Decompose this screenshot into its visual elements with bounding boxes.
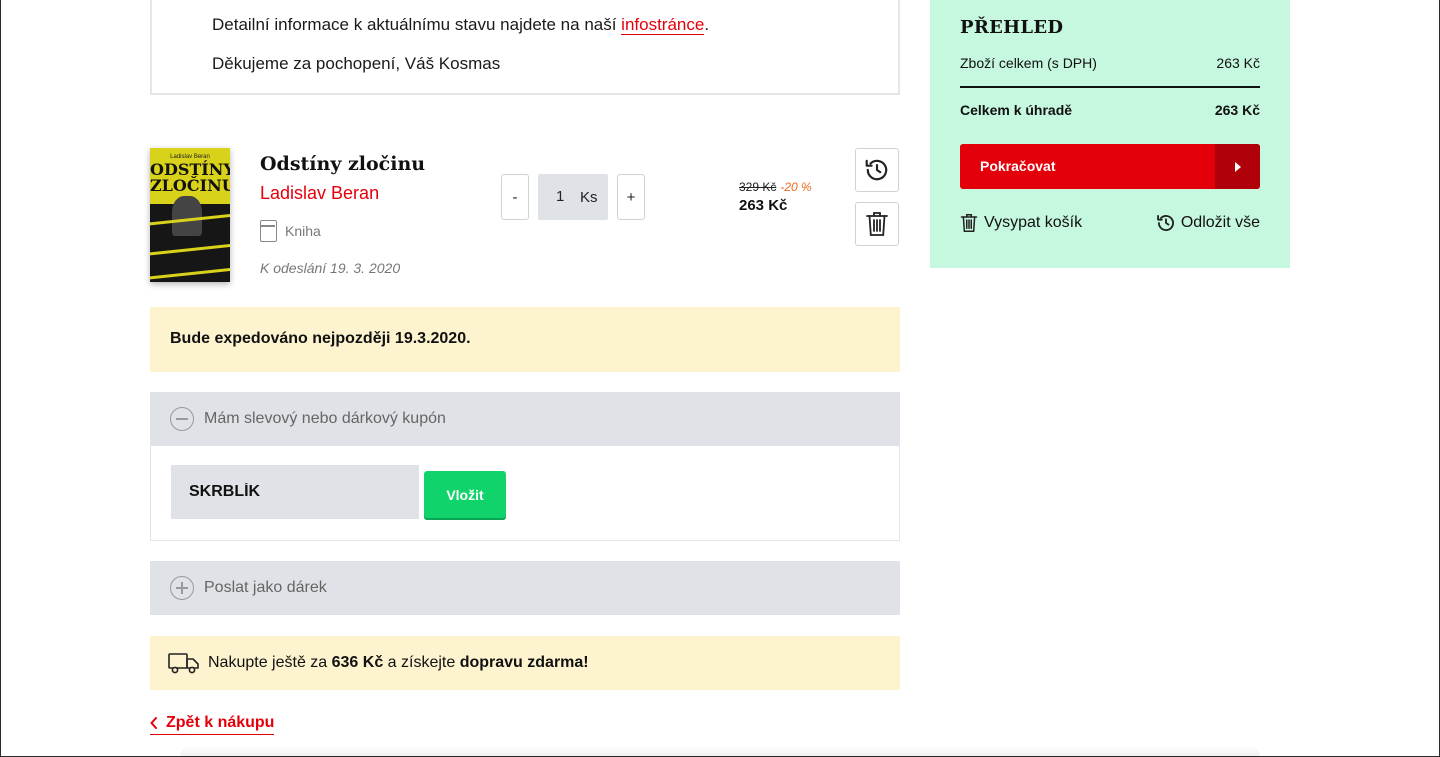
trash-icon bbox=[960, 214, 978, 232]
back-to-shop-label: Zpět k nákupu bbox=[166, 714, 275, 731]
empty-cart-button[interactable]: Vysypat košík bbox=[960, 213, 1082, 233]
defer-all-label: Odložit vše bbox=[1180, 214, 1260, 231]
item-title-link[interactable]: Odstíny zločinu bbox=[260, 153, 425, 175]
history-icon bbox=[865, 159, 888, 181]
remove-item-button[interactable] bbox=[855, 202, 899, 246]
free-shipping-middle: a získejte bbox=[383, 654, 460, 671]
defer-item-button[interactable] bbox=[855, 148, 899, 192]
gift-toggle-label: Poslat jako dárek bbox=[204, 579, 327, 596]
minus-circle-icon bbox=[170, 407, 194, 431]
book-icon bbox=[260, 220, 277, 242]
summary-total-value: 263 Kč bbox=[1214, 102, 1260, 118]
free-shipping-banner: Nakupte ještě za 636 Kč a získejte dopra… bbox=[150, 636, 900, 690]
free-shipping-bold: dopravu zdarma! bbox=[459, 654, 589, 671]
price-old-value: 329 Kč bbox=[739, 180, 777, 194]
quantity-decrease-button[interactable]: - bbox=[501, 174, 529, 220]
coupon-input[interactable] bbox=[171, 465, 419, 519]
free-shipping-text: Nakupte ještě za 636 Kč a získejte dopra… bbox=[208, 654, 589, 672]
item-type-label: Kniha bbox=[285, 223, 321, 239]
coupon-panel: Vložit bbox=[150, 446, 900, 541]
summary-actions: Vysypat košík Odložit vše bbox=[960, 213, 1260, 237]
defer-all-button[interactable]: Odložit vše bbox=[1156, 213, 1260, 233]
order-summary-panel: PŘEHLED Zboží celkem (s DPH) 263 Kč Celk… bbox=[930, 0, 1290, 268]
footer-shadow bbox=[180, 745, 1260, 757]
summary-total-label: Celkem k úhradě bbox=[960, 102, 1073, 118]
gift-toggle[interactable]: Poslat jako dárek bbox=[150, 561, 900, 615]
history-icon bbox=[1157, 215, 1174, 232]
item-type: Kniha bbox=[260, 220, 321, 242]
notice-line-thanks: Děkujeme za pochopení, Váš Kosmas bbox=[212, 54, 501, 73]
summary-goods-label: Zboží celkem (s DPH) bbox=[960, 55, 1097, 71]
free-shipping-amount: 636 Kč bbox=[331, 654, 384, 671]
notice-box: Detailní informace k aktuálnímu stavu na… bbox=[150, 0, 900, 95]
price-original: 329 Kč -20 % bbox=[739, 180, 812, 194]
quantity-value: 1 bbox=[556, 188, 565, 205]
cover-title-line-2: ZLOČINU bbox=[150, 176, 230, 195]
expedite-text: Bude expedováno nejpozději 19.3.2020. bbox=[170, 330, 471, 347]
continue-button[interactable]: Pokračovat bbox=[960, 144, 1260, 189]
caret-right-icon bbox=[1215, 144, 1260, 189]
expedite-banner: Bude expedováno nejpozději 19.3.2020. bbox=[150, 307, 900, 372]
coupon-toggle[interactable]: Mám slevový nebo dárkový kupón bbox=[150, 392, 900, 446]
summary-goods-value: 263 Kč bbox=[1216, 55, 1260, 71]
infostranka-link[interactable]: infostránce bbox=[621, 15, 705, 35]
item-shipping-date: K odeslání 19. 3. 2020 bbox=[260, 260, 401, 276]
quantity-increase-button[interactable]: + bbox=[617, 174, 645, 220]
truck-icon bbox=[168, 653, 199, 674]
empty-cart-label: Vysypat košík bbox=[984, 214, 1083, 231]
coupon-apply-button[interactable]: Vložit bbox=[424, 471, 506, 518]
summary-total-row: Celkem k úhradě 263 Kč bbox=[960, 102, 1260, 118]
chevron-left-icon bbox=[150, 717, 157, 729]
summary-title: PŘEHLED bbox=[960, 17, 1064, 38]
quantity-unit: Ks bbox=[580, 189, 598, 206]
plus-circle-icon bbox=[170, 576, 194, 600]
quantity-input[interactable]: 1 Ks bbox=[538, 174, 608, 220]
continue-label: Pokračovat bbox=[980, 158, 1056, 174]
cover-figure bbox=[172, 196, 202, 236]
notice-text: Detailní informace k aktuálnímu stavu na… bbox=[212, 15, 622, 34]
discount-badge: -20 % bbox=[780, 180, 812, 194]
price-current: 263 Kč bbox=[739, 197, 788, 214]
coupon-toggle-label: Mám slevový nebo dárkový kupón bbox=[204, 410, 446, 427]
book-cover-image[interactable]: Ladislav Beran ODSTÍNY ZLOČINU bbox=[150, 148, 230, 282]
notice-suffix: . bbox=[704, 15, 710, 34]
free-shipping-prefix: Nakupte ještě za bbox=[208, 654, 332, 671]
cover-title: ODSTÍNY ZLOČINU bbox=[150, 162, 230, 194]
notice-line-info: Detailní informace k aktuálnímu stavu na… bbox=[212, 15, 709, 35]
summary-goods-row: Zboží celkem (s DPH) 263 Kč bbox=[960, 54, 1260, 88]
trash-icon bbox=[866, 212, 888, 236]
back-to-shop-link[interactable]: Zpět k nákupu bbox=[150, 714, 275, 735]
item-author-link[interactable]: Ladislav Beran bbox=[260, 183, 379, 204]
